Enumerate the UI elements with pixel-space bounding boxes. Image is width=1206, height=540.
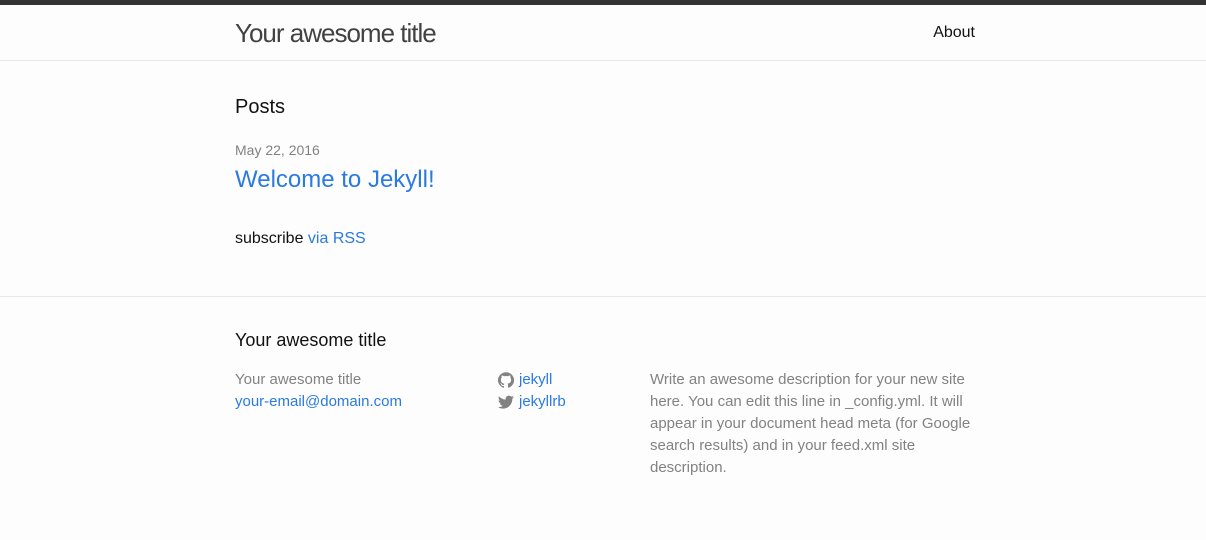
footer-email-link[interactable]: your-email@domain.com [235, 393, 402, 410]
github-username-link[interactable]: jekyll [519, 369, 552, 391]
twitter-row: jekyllrb [498, 391, 638, 413]
site-header: Your awesome title About [0, 5, 1206, 61]
twitter-icon [498, 395, 514, 409]
footer-heading: Your awesome title [235, 330, 387, 350]
footer-contact-name: Your awesome title [235, 371, 362, 388]
footer-social-column: jekyll jekyllrb [498, 369, 638, 413]
post-date: May 22, 2016 [235, 142, 320, 158]
twitter-username-link[interactable]: jekyllrb [519, 391, 566, 413]
github-row: jekyll [498, 369, 638, 391]
site-footer: Your awesome title Your awesome title yo… [0, 296, 1206, 540]
site-title-link[interactable]: Your awesome title [235, 16, 437, 50]
site-description: Write an awesome description for your ne… [650, 371, 971, 476]
post-title-link[interactable]: Welcome to Jekyll! [235, 164, 435, 196]
footer-contact-column: Your awesome title your-email@domain.com [235, 369, 485, 413]
github-icon [498, 372, 514, 388]
nav-link-about[interactable]: About [933, 23, 975, 43]
subscribe-label: subscribe [235, 230, 308, 247]
posts-heading: Posts [235, 96, 286, 118]
rss-subscribe: subscribe via RSS [235, 229, 366, 249]
footer-description-column: Write an awesome description for your ne… [650, 369, 980, 479]
rss-link[interactable]: via RSS [308, 230, 366, 247]
